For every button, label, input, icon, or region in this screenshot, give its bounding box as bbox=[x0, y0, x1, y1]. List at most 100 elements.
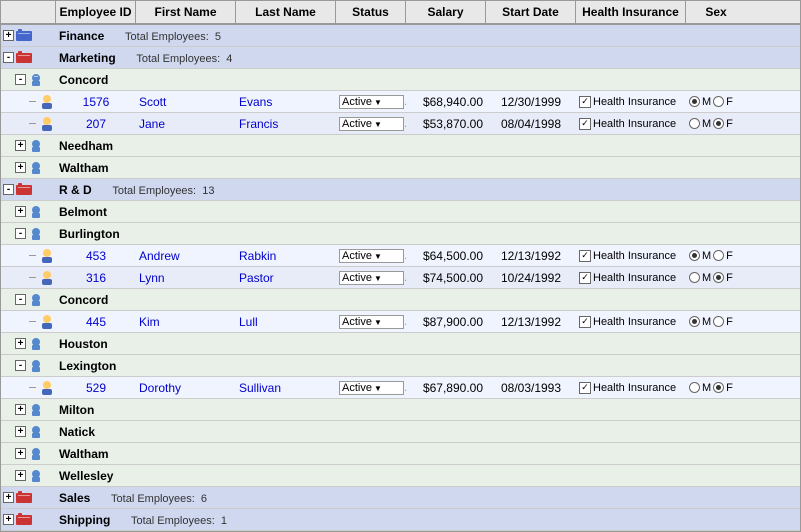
kim-salary: $87,900.00 bbox=[406, 313, 486, 331]
shipping-expand-btn[interactable]: + bbox=[3, 514, 14, 525]
andrew-status-dropdown[interactable]: Active ▼ bbox=[339, 249, 404, 263]
row-city-waltham-mkt: + Waltham bbox=[1, 157, 800, 179]
milton-city-icon bbox=[28, 403, 44, 417]
concord-mkt-expand-btn[interactable]: - bbox=[15, 74, 26, 85]
kim-status: Active ▼ bbox=[336, 312, 406, 331]
waltham-rd-expand-area: + bbox=[1, 445, 56, 463]
rd-expand-btn[interactable]: - bbox=[3, 184, 14, 195]
concord-rd-expand-btn[interactable]: - bbox=[15, 294, 26, 305]
lexington-expand-btn[interactable]: - bbox=[15, 360, 26, 371]
scott-sex-m-radio[interactable] bbox=[689, 96, 700, 107]
kim-id: 445 bbox=[56, 313, 136, 331]
andrew-lastname: Rabkin bbox=[236, 247, 336, 265]
natick-expand-btn[interactable]: + bbox=[15, 426, 26, 437]
row-employee-jane-francis: 207 Jane Francis Active ▼ $53,870.00 08/… bbox=[1, 113, 800, 135]
waltham-mkt-label: Waltham bbox=[56, 159, 686, 177]
kim-person-icon bbox=[39, 314, 54, 330]
dorothy-id: 529 bbox=[56, 379, 136, 397]
dorothy-health-checkbox[interactable] bbox=[579, 382, 591, 394]
needham-expand-btn[interactable]: + bbox=[15, 140, 26, 151]
sales-status bbox=[336, 496, 406, 500]
row-department-sales: + Sales Total Employees: 6 bbox=[1, 487, 800, 509]
marketing-health bbox=[576, 56, 686, 60]
waltham-mkt-expand-btn[interactable]: + bbox=[15, 162, 26, 173]
concord-rd-sex bbox=[686, 298, 746, 302]
main-grid: Employee ID First Name Last Name Status … bbox=[0, 0, 801, 532]
houston-expand-area: + bbox=[1, 335, 56, 353]
lynn-indent bbox=[1, 268, 56, 288]
concord-rd-city-icon bbox=[28, 293, 44, 307]
wellesley-expand-btn[interactable]: + bbox=[15, 470, 26, 481]
lexington-sex bbox=[686, 364, 746, 368]
jane-sex-f-radio[interactable] bbox=[713, 118, 724, 129]
houston-sex bbox=[686, 342, 746, 346]
lynn-status: Active ▼ bbox=[336, 268, 406, 287]
andrew-health-checkbox[interactable] bbox=[579, 250, 591, 262]
sales-expand-btn[interactable]: + bbox=[3, 492, 14, 503]
jane-status-dropdown[interactable]: Active ▼ bbox=[339, 117, 404, 131]
row-city-lexington: - Lexington bbox=[1, 355, 800, 377]
dorothy-status-dropdown[interactable]: Active ▼ bbox=[339, 381, 404, 395]
row-city-wellesley: + Wellesley bbox=[1, 465, 800, 487]
lynn-startdate: 10/24/1992 bbox=[486, 269, 576, 287]
dorothy-sex-m-radio[interactable] bbox=[689, 382, 700, 393]
burlington-expand-area: - bbox=[1, 225, 56, 243]
natick-city-icon bbox=[28, 425, 44, 439]
lynn-health-checkbox[interactable] bbox=[579, 272, 591, 284]
burlington-expand-btn[interactable]: - bbox=[15, 228, 26, 239]
waltham-rd-expand-btn[interactable]: + bbox=[15, 448, 26, 459]
dorothy-sex-f-radio[interactable] bbox=[713, 382, 724, 393]
finance-label: Finance Total Employees: 5 bbox=[56, 27, 336, 45]
lynn-status-dropdown[interactable]: Active ▼ bbox=[339, 271, 404, 285]
row-department-finance: + Finance Total Employees: 5 bbox=[1, 25, 800, 47]
lynn-lastname: Pastor bbox=[236, 269, 336, 287]
shipping-sex bbox=[686, 518, 746, 522]
row-city-burlington: - Burlington bbox=[1, 223, 800, 245]
houston-expand-btn[interactable]: + bbox=[15, 338, 26, 349]
finance-expand-btn[interactable]: + bbox=[3, 30, 14, 41]
waltham-mkt-expand-area: + bbox=[1, 159, 56, 177]
shipping-label: Shipping Total Employees: 1 bbox=[56, 511, 336, 529]
finance-health bbox=[576, 34, 686, 38]
kim-health-checkbox[interactable] bbox=[579, 316, 591, 328]
header-employee-id: Employee ID bbox=[56, 1, 136, 23]
andrew-person-icon bbox=[39, 248, 54, 264]
marketing-label: Marketing Total Employees: 4 bbox=[56, 49, 336, 67]
kim-health: Health Insurance bbox=[576, 314, 686, 330]
kim-sex-f-radio[interactable] bbox=[713, 316, 724, 327]
lexington-city-icon bbox=[28, 359, 44, 373]
concord-mkt-sex bbox=[686, 78, 746, 82]
scott-lastname: Evans bbox=[236, 93, 336, 111]
andrew-sex-f-radio[interactable] bbox=[713, 250, 724, 261]
scott-firstname: Scott bbox=[136, 93, 236, 111]
belmont-expand-btn[interactable]: + bbox=[15, 206, 26, 217]
houston-city-icon bbox=[28, 337, 44, 351]
rd-status bbox=[336, 188, 406, 192]
kim-status-dropdown[interactable]: Active ▼ bbox=[339, 315, 404, 329]
jane-health-checkbox[interactable] bbox=[579, 118, 591, 130]
sales-dept-icon bbox=[16, 491, 32, 505]
scott-health-checkbox[interactable] bbox=[579, 96, 591, 108]
row-city-houston: + Houston bbox=[1, 333, 800, 355]
marketing-expand-btn[interactable]: - bbox=[3, 52, 14, 63]
dorothy-lastname: Sullivan bbox=[236, 379, 336, 397]
jane-sex-m-radio[interactable] bbox=[689, 118, 700, 129]
dorothy-status: Active ▼ bbox=[336, 378, 406, 397]
milton-expand-btn[interactable]: + bbox=[15, 404, 26, 415]
scott-sex-f-radio[interactable] bbox=[713, 96, 724, 107]
lynn-sex-m-radio[interactable] bbox=[689, 272, 700, 283]
andrew-sex-m-radio[interactable] bbox=[689, 250, 700, 261]
andrew-status-arrow: ▼ bbox=[374, 252, 401, 261]
row-city-natick: + Natick bbox=[1, 421, 800, 443]
wellesley-sex bbox=[686, 474, 746, 478]
waltham-mkt-city-icon bbox=[28, 161, 44, 175]
marketing-salary bbox=[406, 56, 486, 60]
scott-status-arrow: ▼ bbox=[374, 98, 401, 107]
scott-status-dropdown[interactable]: Active ▼ bbox=[339, 95, 404, 109]
jane-person-icon bbox=[39, 116, 54, 132]
jane-status: Active ▼ bbox=[336, 114, 406, 133]
row-employee-dorothy-sullivan: 529 Dorothy Sullivan Active ▼ $67,890.00… bbox=[1, 377, 800, 399]
lynn-sex-f-radio[interactable] bbox=[713, 272, 724, 283]
kim-sex-m-radio[interactable] bbox=[689, 316, 700, 327]
concord-mkt-label: Concord bbox=[56, 71, 686, 89]
